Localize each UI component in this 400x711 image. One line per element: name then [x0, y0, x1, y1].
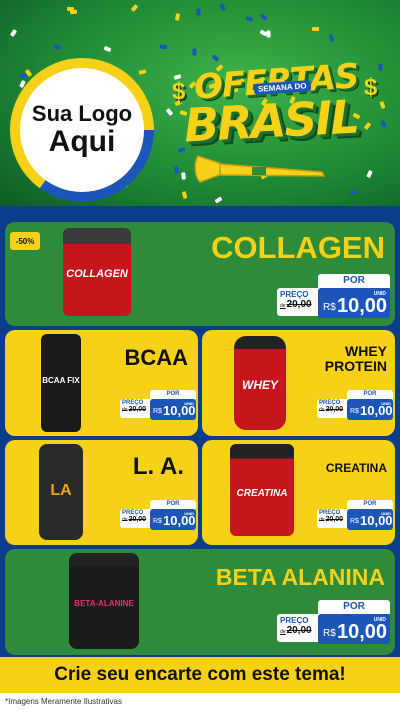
confetti-piece: [20, 73, 28, 78]
confetti-piece: [66, 7, 74, 12]
confetti-piece: [130, 3, 138, 12]
product-name-whey-protein: WHEY PROTEIN: [325, 344, 387, 373]
product-card-whey-protein[interactable]: WHEY WHEY PROTEIN: [202, 330, 395, 436]
de-label: de: [122, 517, 128, 523]
dollar-sign-right: $: [364, 74, 378, 101]
bcaa-product-image: BCAA FIX: [41, 334, 81, 432]
old-price: 20,00: [325, 406, 344, 413]
confetti-piece: [9, 28, 17, 37]
confetti-piece: [312, 27, 320, 32]
confetti-piece: [259, 13, 268, 22]
price-tag-whey-protein: POR PREÇO de20,00 R$ 10,00 UNID: [317, 390, 393, 420]
price-tag-la: POR PREÇO de20,00 R$ 10,00 UNID: [120, 500, 196, 530]
confetti-piece: [138, 69, 147, 75]
beta-alanina-product-image: BETA-ALANINE: [69, 553, 139, 649]
whey-jar-label: WHEY: [242, 378, 278, 392]
new-price-box: R$ 10,00 UNID: [347, 509, 393, 530]
unit-label: UNID: [373, 617, 386, 623]
old-price-box: PREÇO de20,00: [120, 509, 154, 528]
new-price-box: R$ 10,00 UNID: [150, 399, 196, 420]
currency-label: R$: [323, 302, 336, 313]
product-name-bcaa: BCAA: [124, 345, 188, 370]
de-label: de: [280, 629, 286, 635]
creatina-jar-label: CREATINA: [236, 488, 288, 499]
por-label: POR: [347, 500, 393, 509]
unit-label: UNID: [184, 401, 194, 406]
confetti-piece: [328, 33, 335, 42]
cta-banner[interactable]: Crie seu encarte com este tema!: [0, 657, 400, 693]
product-card-bcaa[interactable]: BCAA FIX BCAA: [5, 330, 198, 436]
logo-line-1: Sua Logo: [31, 101, 133, 126]
price-tag-collagen: POR PREÇO de20,00 R$ 10,00 UNID: [277, 274, 390, 318]
unit-label: UNID: [381, 511, 391, 516]
creatina-product-image: CREATINA: [230, 444, 294, 536]
confetti-piece: [192, 48, 198, 56]
de-label: de: [319, 407, 325, 413]
old-price-box: PREÇO de20,00: [120, 399, 154, 418]
por-label: POR: [318, 274, 390, 288]
por-label: POR: [318, 600, 390, 614]
por-label: POR: [347, 390, 393, 399]
unit-label: UNID: [373, 291, 386, 297]
currency-label: R$: [153, 408, 162, 415]
confetti-piece: [196, 8, 201, 17]
currency-label: R$: [323, 628, 336, 639]
header-banner: Sua Logo Aqui $ $ OFERTAS SEMANA DO BRAS…: [0, 0, 400, 210]
price-tag-beta-alanina: POR PREÇO de20,00 R$ 10,00 UNID: [277, 600, 390, 644]
logo-placeholder[interactable]: Sua Logo Aqui: [20, 68, 144, 192]
vuvuzela-horn-icon: [194, 155, 326, 183]
discount-badge: -50%: [10, 232, 40, 250]
de-label: de: [122, 407, 128, 413]
product-name-creatina: CREATINA: [325, 461, 387, 475]
product-name-collagen: COLLAGEN: [211, 230, 385, 265]
new-price-box: R$ 10,00 UNID: [347, 399, 393, 420]
product-name-beta-alanina: BETA ALANINA: [215, 564, 385, 590]
confetti-piece: [53, 43, 62, 50]
whey-product-image: WHEY: [234, 336, 286, 430]
old-price: 20,00: [286, 299, 312, 310]
old-price: 20,00: [128, 516, 147, 523]
confetti-piece: [159, 44, 168, 49]
whey-name-line1: WHEY: [345, 343, 387, 359]
beta-jar-label: BETA-ALANINE: [74, 599, 134, 608]
title-brasil: BRASIL: [182, 89, 359, 153]
de-label: de: [319, 517, 325, 523]
new-price-box: R$ 10,00 UNID: [318, 614, 390, 644]
price-tag-creatina: POR PREÇO de20,00 R$ 10,00 UNID: [317, 500, 393, 530]
whey-name-line2: PROTEIN: [324, 357, 387, 374]
collagen-jar-label: COLLAGEN: [66, 268, 128, 280]
de-label: de: [280, 303, 286, 309]
confetti-piece: [246, 16, 254, 23]
price-tag-bcaa: POR PREÇO de20,00 R$ 10,00 UNID: [120, 390, 196, 420]
old-price: 20,00: [128, 406, 147, 413]
unit-label: UNID: [184, 511, 194, 516]
unit-label: UNID: [381, 401, 391, 406]
old-price: 20,00: [286, 625, 312, 636]
bcaa-jar-label: BCAA FIX: [42, 376, 80, 385]
new-price: 10,00: [337, 621, 388, 643]
confetti-piece: [219, 2, 226, 11]
currency-label: R$: [153, 518, 162, 525]
new-price-box: R$ 10,00 UNID: [318, 288, 390, 318]
currency-label: R$: [350, 408, 359, 415]
currency-label: R$: [350, 518, 359, 525]
old-price: 20,00: [325, 516, 344, 523]
confetti-piece: [174, 13, 180, 21]
la-jar-label: LA: [50, 482, 72, 499]
confetti-piece: [266, 29, 272, 38]
old-price-box: PREÇO de20,00: [317, 509, 351, 528]
new-price-box: R$ 10,00 UNID: [150, 509, 196, 530]
collagen-product-image: COLLAGEN: [63, 228, 131, 316]
product-name-la: L. A.: [132, 453, 184, 480]
por-label: POR: [150, 500, 196, 509]
campaign-title: $ $ OFERTAS SEMANA DO BRASIL: [172, 56, 397, 210]
logo-line-2: Aqui: [48, 125, 116, 158]
disclaimer-footnote: *Imagens Meramente Ilustrativas: [0, 693, 400, 711]
por-label: POR: [150, 390, 196, 399]
old-price-box: PREÇO de20,00: [317, 399, 351, 418]
confetti-piece: [103, 46, 112, 53]
new-price: 10,00: [337, 295, 388, 317]
la-product-image: LA: [39, 444, 83, 540]
